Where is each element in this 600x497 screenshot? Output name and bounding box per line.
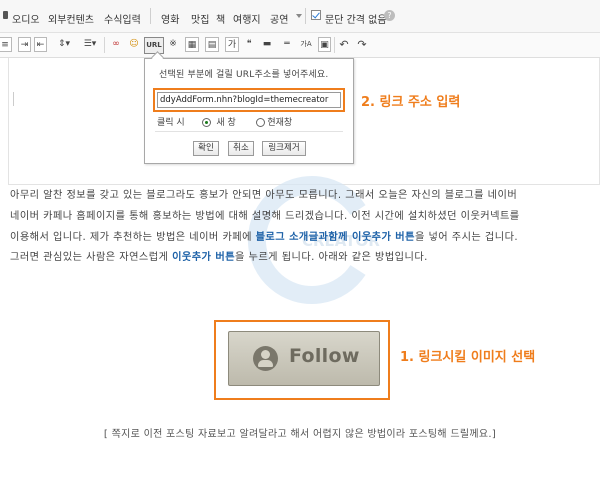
url-input-highlight [153,88,345,112]
step2-annotation: 2. 링크 주소 입력 [361,95,461,110]
paragraph-gap-checkbox[interactable] [311,10,321,20]
line-spacing-icon[interactable]: ⇕▾ [54,37,74,52]
follow-button-image[interactable]: Follow [228,331,380,386]
insert-menubar: 오디오 외부컨텐츠 수식입력 영화 맛집 책 여행지 공연 문단 간격 없음 ? [0,0,600,33]
toolbar-divider [334,37,335,53]
new-window-label: 새 창 [216,118,236,128]
body-text-segment: 을 누르게 됩니다. 아래와 같은 방법입니다. [235,252,428,264]
menu-item-restaurant[interactable]: 맛집 [191,11,209,26]
body-line: 아무리 알찬 정보를 갖고 있는 블로그라도 홍보가 안되면 아무도 모릅니다.… [10,190,518,201]
box-icon[interactable]: ▤ [205,37,219,52]
hanja-icon[interactable]: 가A [298,37,314,52]
remove-link-button[interactable]: 링크제거 [262,141,306,156]
body-line: 네이버 카페나 홈페이지를 통해 홍보하는 방법에 대해 설명해 드리겠습니다.… [10,210,520,222]
help-icon[interactable]: ? [384,10,395,21]
menu-item-book[interactable]: 책 [216,11,225,26]
body-line: 그러면 관심있는 사람은 자연스럽게 이웃추가 버튼을 누르게 됩니다. 아래와… [10,248,595,269]
editor-toolbar: ≡ ⇥ ⇤ ⇕▾ ☰▾ ∞ ☺ URL ※ ▦ ▤ 가 ❝ ▬ ═ 가A ▣ ↶… [0,33,600,58]
click-target-label: 클릭 시 [157,118,185,128]
save-icon[interactable]: ▣ [318,37,331,52]
menu-divider [305,8,306,24]
menu-item-formula[interactable]: 수식입력 [104,11,141,26]
popup-message: 선택된 부분에 걸릴 URL주소를 넣어주세요. [159,70,329,80]
follow-label: Follow [289,345,360,367]
menu-item-travel[interactable]: 여행지 [233,11,261,26]
popup-divider [155,131,343,132]
toolbar-divider [104,37,105,53]
chevron-down-icon[interactable] [296,14,302,18]
indent-icon[interactable]: ⇥ [18,37,31,52]
current-window-label: 현재창 [267,118,293,128]
click-target-row: 클릭 시 새 창 현재창 [157,115,341,128]
align-icon[interactable]: ≡ [0,37,12,52]
step1-annotation: 1. 링크시킬 이미지 선택 [400,350,536,365]
user-icon [253,346,278,371]
body-text-segment: 그러면 관심있는 사람은 자연스럽게 [10,252,173,264]
text-cursor [13,92,14,106]
menu-item-external-content[interactable]: 외부컨텐츠 [48,11,94,26]
post-caption: [ 쪽지로 이전 포스팅 자료보고 알려달라고 해서 어렵지 않은 방법이라 포… [103,429,497,440]
menu-divider [150,8,151,24]
link-chain-icon[interactable]: ∞ [108,37,124,52]
menu-item-audio[interactable]: 오디오 [12,11,40,26]
url-input[interactable] [157,92,341,108]
emoticon-icon[interactable]: ☺ [127,37,141,52]
hr-icon[interactable]: ▬ [260,37,274,52]
highlight-text: 블로그 소개글과함께 이웃추가 버튼 [255,231,415,243]
url-link-popup: 선택된 부분에 걸릴 URL주소를 넣어주세요. 클릭 시 새 창 현재창 확인… [144,51,354,164]
quote-icon[interactable]: ❝ [243,37,255,52]
body-line: 이용해서 입니다. 제가 추천하는 방법은 네이버 카페에 블로그 소개글과함께… [10,228,595,249]
separator-line-icon[interactable]: ═ [280,37,294,52]
menu-item-movie[interactable]: 영화 [161,11,179,26]
current-window-radio[interactable] [255,118,265,127]
table-icon[interactable]: ▦ [185,37,199,52]
spellcheck-icon[interactable]: 가 [225,37,239,52]
paragraph-gap-label: 문단 간격 없음 [325,15,387,26]
body-text-segment: 을 넣어 주시는 겁니다. [414,231,519,243]
menu-item-performance[interactable]: 공연 [270,11,288,26]
list-icon[interactable]: ☰▾ [80,37,100,52]
undo-icon[interactable]: ↶ [338,37,350,52]
outdent-icon[interactable]: ⇤ [34,37,47,52]
post-body-text: 아무리 알찬 정보를 갖고 있는 블로그라도 홍보가 안되면 아무도 모릅니다.… [10,186,595,269]
body-text-segment: 이용해서 입니다. 제가 추천하는 방법은 네이버 카페에 [10,231,256,243]
highlight-text: 이웃추가 버튼 [172,252,236,264]
special-char-icon[interactable]: ※ [166,37,180,52]
audio-icon [3,11,8,19]
url-link-button[interactable]: URL [144,37,164,54]
redo-icon[interactable]: ↷ [356,37,368,52]
cancel-button[interactable]: 취소 [228,141,254,156]
confirm-button[interactable]: 확인 [193,141,219,156]
new-window-radio[interactable] [202,118,212,127]
